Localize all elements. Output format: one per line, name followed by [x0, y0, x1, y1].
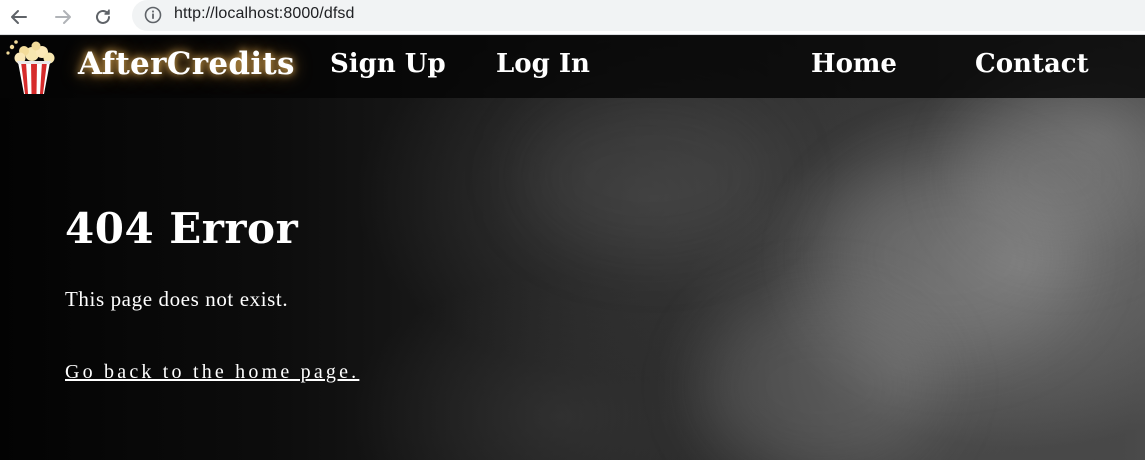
address-bar[interactable]: http://localhost:8000/dfsd [132, 0, 1145, 31]
brand-logo-text[interactable]: AfterCredits [78, 46, 295, 82]
browser-toolbar: http://localhost:8000/dfsd [0, 0, 1145, 35]
url-text[interactable]: http://localhost:8000/dfsd [174, 5, 355, 23]
nav-login-link[interactable]: Log In [496, 49, 590, 79]
page-title: 404 Error [65, 204, 299, 253]
nav-signup-link[interactable]: Sign Up [330, 49, 446, 79]
forward-button[interactable] [50, 4, 76, 30]
reload-button[interactable] [90, 4, 116, 30]
forward-arrow-icon [55, 10, 71, 24]
back-arrow-icon [11, 10, 27, 24]
home-page-link[interactable]: Go back to the home page. [65, 361, 359, 384]
reload-icon [96, 9, 110, 24]
nav-home-link[interactable]: Home [811, 49, 897, 79]
info-icon[interactable] [144, 6, 162, 24]
page-body: AfterCredits Sign Up Log In Home Contact… [0, 36, 1145, 460]
nav-contact-link[interactable]: Contact [975, 49, 1089, 79]
popcorn-icon[interactable] [4, 38, 64, 98]
smoke-decoration [960, 96, 1145, 256]
back-button[interactable] [6, 4, 32, 30]
error-message: This page does not exist. [65, 287, 289, 311]
site-navbar: AfterCredits Sign Up Log In Home Contact [0, 36, 1145, 98]
smoke-decoration [520, 96, 780, 256]
